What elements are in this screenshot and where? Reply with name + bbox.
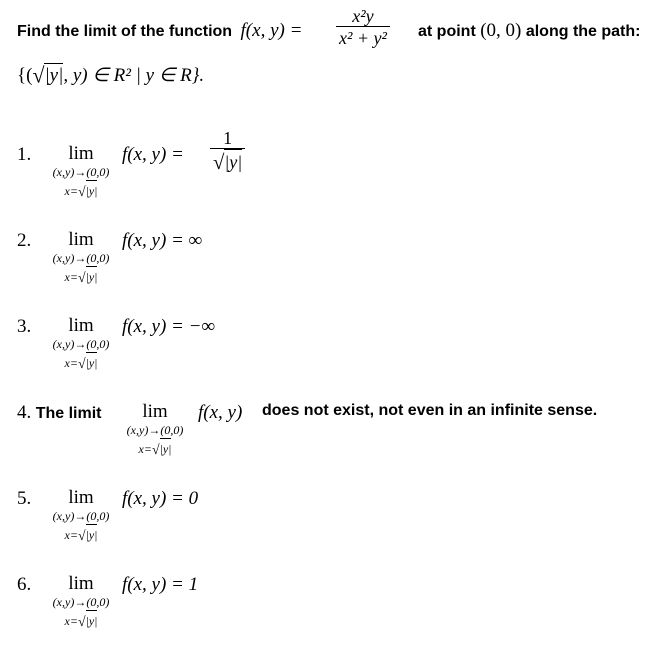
option-expression: f(x, y) = 0 xyxy=(122,488,199,509)
lim-subscript: (x,y)→(0,0) xyxy=(126,423,184,437)
option-expression: f(x, y) = −∞ xyxy=(122,316,215,337)
path-open: {( xyxy=(17,65,33,86)
cond-prefix: x= xyxy=(64,270,78,284)
lim-word: lim xyxy=(68,229,94,250)
limit-notation: lim (x,y)→(0,0) x=√|y| xyxy=(36,488,126,544)
cond-sqrt: |y| xyxy=(85,524,98,544)
cond-sqrt: |y| xyxy=(85,180,98,200)
lim-word: lim xyxy=(142,401,168,422)
fraction-numerator: 1 xyxy=(223,128,233,148)
option-number: 2. xyxy=(17,230,32,251)
option-prefix-text: The limit xyxy=(35,405,102,422)
sqrt-symbol: √|y| xyxy=(32,63,64,88)
fraction-denominator: |y| xyxy=(224,149,243,173)
function-fraction: x²y x² + y² xyxy=(336,6,390,49)
fraction-numerator: x²y xyxy=(352,6,374,26)
path-rest: , y) ∈ R² | y ∈ R}. xyxy=(63,65,205,86)
lim-subscript: (x,y)→(0,0) xyxy=(52,165,110,179)
option-expression: f(x, y) = xyxy=(122,144,184,165)
option-fraction: 1 √|y| xyxy=(210,128,246,174)
option-number: 3. xyxy=(17,316,32,337)
along-path-label: along the path: xyxy=(525,23,641,40)
lim-condition: x=√|y| xyxy=(110,438,200,458)
limit-notation: lim (x,y)→(0,0) x=√|y| xyxy=(36,574,126,630)
lim-word: lim xyxy=(68,573,94,594)
lim-subscript: (x,y)→(0,0) xyxy=(52,509,110,523)
function-lhs: f(x, y) = xyxy=(240,20,303,41)
option-number: 1. xyxy=(17,144,32,165)
limit-notation: lim (x,y)→(0,0) x=√|y| xyxy=(110,402,200,458)
cond-prefix: x= xyxy=(64,614,78,628)
option-number: 6. xyxy=(17,574,32,595)
lim-word: lim xyxy=(68,487,94,508)
limit-notation: lim (x,y)→(0,0) x=√|y| xyxy=(36,144,126,200)
lim-condition: x=√|y| xyxy=(36,524,126,544)
lim-condition: x=√|y| xyxy=(36,352,126,372)
option-number: 5. xyxy=(17,488,32,509)
limit-notation: lim (x,y)→(0,0) x=√|y| xyxy=(36,316,126,372)
lim-subscript: (x,y)→(0,0) xyxy=(52,595,110,609)
option-expression: f(x, y) xyxy=(198,402,243,423)
sqrt-content: |y| xyxy=(44,63,64,86)
option-number: 4. xyxy=(17,402,32,423)
option-expression: f(x, y) = ∞ xyxy=(122,230,203,251)
cond-sqrt: |y| xyxy=(85,352,98,372)
lim-condition: x=√|y| xyxy=(36,180,126,200)
cond-prefix: x= xyxy=(138,442,152,456)
lim-condition: x=√|y| xyxy=(36,266,126,286)
cond-sqrt: |y| xyxy=(85,610,98,630)
cond-prefix: x= xyxy=(64,184,78,198)
path-set: {(√|y|, y) ∈ R² | y ∈ R}. xyxy=(17,62,204,87)
limit-notation: lim (x,y)→(0,0) x=√|y| xyxy=(36,230,126,286)
question-intro-text: Find the limit of the function xyxy=(17,23,233,40)
question-intro: Find the limit of the function f(x, y) = xyxy=(17,20,302,42)
point-value: (0, 0) xyxy=(480,20,522,41)
lim-subscript: (x,y)→(0,0) xyxy=(52,251,110,265)
cond-prefix: x= xyxy=(64,356,78,370)
cond-prefix: x= xyxy=(64,528,78,542)
lim-word: lim xyxy=(68,315,94,336)
option-prefix: 4. The limit xyxy=(17,402,101,424)
cond-sqrt: |y| xyxy=(159,438,172,458)
fraction-denominator: x² + y² xyxy=(336,26,390,49)
lim-condition: x=√|y| xyxy=(36,610,126,630)
question-point: at point (0, 0) along the path: xyxy=(418,20,640,42)
lim-word: lim xyxy=(68,143,94,164)
option-expression: f(x, y) = 1 xyxy=(122,574,199,595)
cond-sqrt: |y| xyxy=(85,266,98,286)
lim-subscript: (x,y)→(0,0) xyxy=(52,337,110,351)
option-suffix: does not exist, not even in an infinite … xyxy=(262,402,598,419)
at-point-label: at point xyxy=(418,23,476,40)
